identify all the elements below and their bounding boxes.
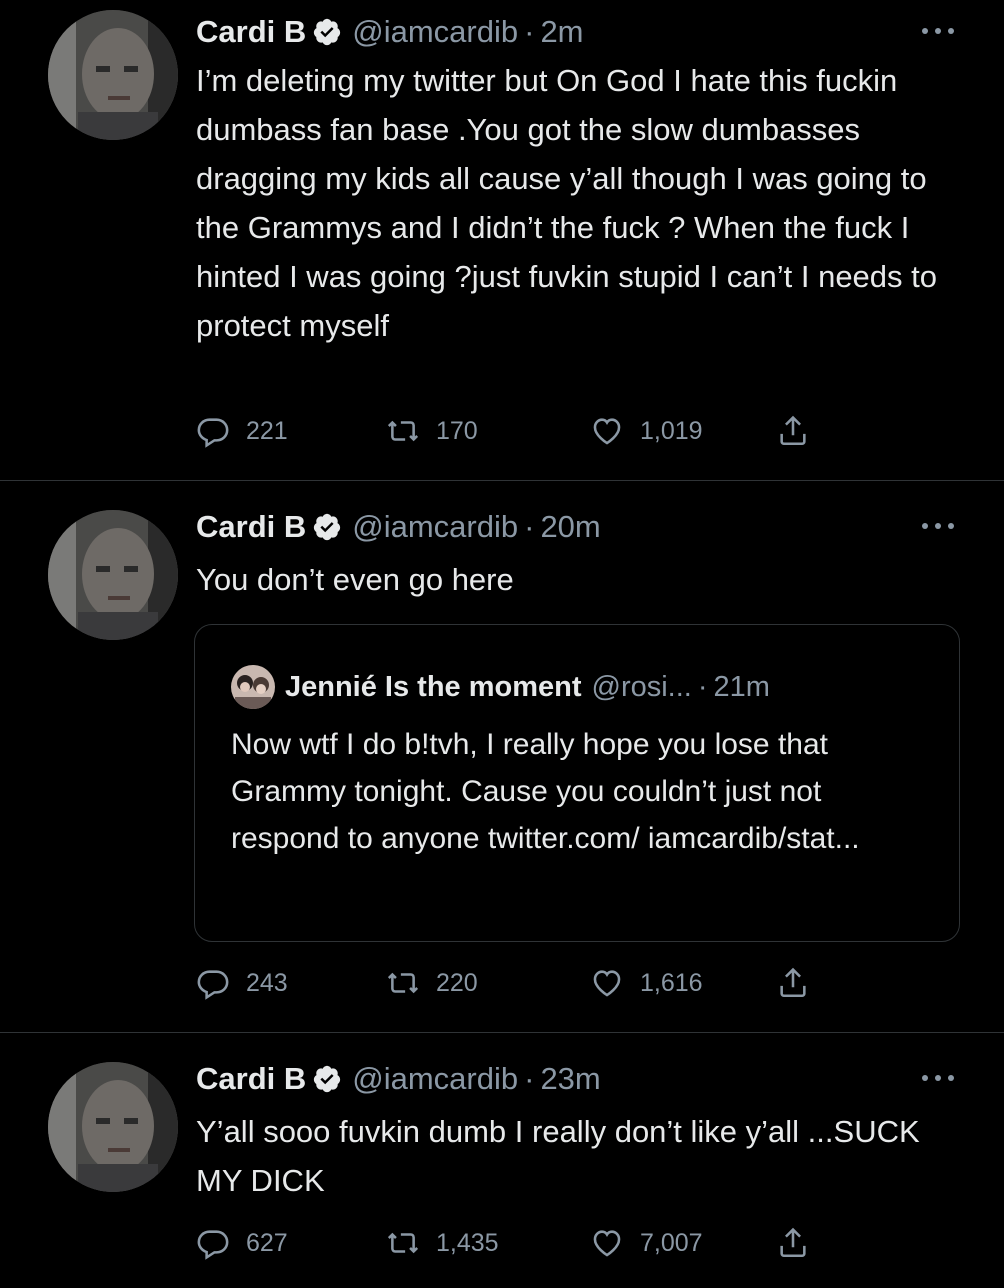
quoted-display-name[interactable]: Jennié Is the moment	[285, 671, 582, 704]
reply-icon	[197, 418, 229, 448]
display-name[interactable]: Cardi B	[196, 14, 306, 50]
retweet-icon	[387, 420, 419, 442]
share-button[interactable]	[776, 1226, 826, 1260]
share-icon	[780, 1227, 806, 1258]
quoted-timestamp[interactable]: 21m	[714, 671, 770, 704]
display-name[interactable]: Cardi B	[196, 509, 306, 545]
tweet-text: Y’all sooo fuvkin dumb I really don’t li…	[196, 1114, 929, 1198]
more-icon[interactable]	[920, 26, 956, 36]
quoted-handle[interactable]: @rosi...	[592, 671, 692, 704]
share-button[interactable]	[776, 966, 826, 1000]
tweet[interactable]: Cardi B @iamcardib · 20m You don’t even …	[0, 481, 1004, 1032]
verified-badge-icon	[314, 1065, 341, 1093]
like-count: 7,007	[640, 1228, 703, 1257]
reply-button[interactable]: 243	[196, 966, 288, 1000]
retweet-count: 220	[436, 968, 478, 997]
like-button[interactable]: 1,616	[590, 966, 703, 1000]
retweet-icon	[387, 972, 419, 994]
verified-badge-icon	[314, 18, 341, 46]
tweet-text: You don’t even go here	[196, 562, 514, 597]
more-icon[interactable]	[920, 1073, 956, 1083]
reply-icon	[197, 970, 229, 1000]
reply-icon	[197, 1230, 229, 1260]
handle[interactable]: @iamcardib	[352, 509, 518, 545]
tweet[interactable]: Cardi B @iamcardib · 23m Y’all sooo fuvk…	[0, 1033, 1004, 1288]
share-button[interactable]	[776, 414, 826, 448]
separator-dot: ·	[524, 1061, 535, 1096]
timestamp[interactable]: 23m	[540, 1061, 600, 1097]
like-icon	[593, 970, 621, 997]
like-icon	[593, 418, 621, 445]
timestamp[interactable]: 20m	[540, 509, 600, 545]
reply-count: 243	[246, 968, 288, 997]
like-icon	[593, 1230, 621, 1257]
reply-button[interactable]: 627	[196, 1226, 288, 1260]
retweet-count: 170	[436, 416, 478, 445]
reply-count: 221	[246, 416, 288, 445]
action-bar: 221 170 1,019	[196, 414, 836, 448]
like-count: 1,019	[640, 416, 703, 445]
reply-button[interactable]: 221	[196, 414, 288, 448]
more-icon[interactable]	[920, 521, 956, 531]
retweet-icon	[387, 1232, 419, 1254]
like-button[interactable]: 1,019	[590, 414, 703, 448]
separator-dot: ·	[524, 509, 535, 544]
action-bar: 627 1,435 7,007	[196, 1226, 836, 1260]
tweet-text: I’m deleting my twitter but On God I hat…	[196, 63, 946, 343]
avatar[interactable]	[48, 510, 178, 640]
avatar[interactable]	[48, 1062, 178, 1192]
handle[interactable]: @iamcardib	[352, 14, 518, 50]
retweet-button[interactable]: 1,435	[386, 1226, 499, 1260]
tweet[interactable]: Cardi B @iamcardib · 2m I’m deleting my …	[0, 0, 1004, 480]
share-icon	[780, 967, 806, 998]
quoted-tweet-text: Now wtf I do b!tvh, I really hope you lo…	[231, 728, 860, 855]
share-icon	[780, 415, 806, 446]
retweet-button[interactable]: 220	[386, 966, 478, 1000]
quoted-separator-dot: ·	[697, 670, 708, 703]
avatar[interactable]	[48, 10, 178, 140]
verified-badge-icon	[314, 513, 341, 541]
like-button[interactable]: 7,007	[590, 1226, 703, 1260]
retweet-count: 1,435	[436, 1228, 499, 1257]
quoted-tweet[interactable]: Jennié Is the moment @rosi... · 21m Now …	[194, 624, 960, 942]
quoted-avatar[interactable]	[231, 665, 275, 709]
display-name[interactable]: Cardi B	[196, 1061, 306, 1097]
timestamp[interactable]: 2m	[540, 14, 583, 50]
retweet-button[interactable]: 170	[386, 414, 478, 448]
handle[interactable]: @iamcardib	[352, 1061, 518, 1097]
action-bar: 243 220 1,616	[196, 966, 836, 1000]
separator-dot: ·	[524, 14, 535, 49]
like-count: 1,616	[640, 968, 703, 997]
reply-count: 627	[246, 1228, 288, 1257]
